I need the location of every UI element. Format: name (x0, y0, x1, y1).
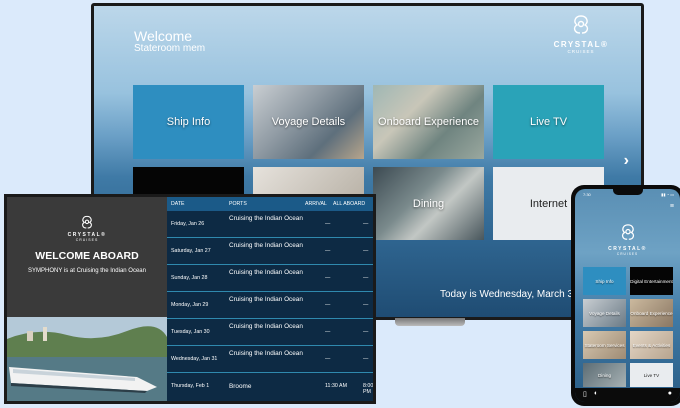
phone-notch (613, 189, 643, 195)
phone-tile-ship-info[interactable]: Ship Info (583, 267, 626, 295)
crest-icon (546, 14, 616, 40)
row-date: Thursday, Feb 1 (171, 383, 210, 389)
row-port: Cruising the Indian Ocean (229, 269, 303, 276)
phone-status-icons: ▮▮ ◔ ▭ (661, 192, 674, 197)
schedule-header-row: DATE PORTS ARRIVAL ALL ABOARD (167, 197, 373, 211)
row-date: Saturday, Jan 27 (171, 248, 211, 254)
phone-brand-sub: CRUISES (616, 252, 639, 256)
table-row: Monday, Jan 29 Cruising the Indian Ocean… (167, 292, 373, 319)
tile-label: Events & Activities (632, 342, 671, 348)
row-port: Cruising the Indian Ocean (229, 242, 303, 249)
tile-label: Live TV (529, 116, 568, 128)
tv-brand-sub: CRUISES (567, 49, 595, 54)
phone-bottom-bar: ▯ ◐ ● (575, 388, 680, 402)
phone-tile-stateroom-services[interactable]: Stateroom Services (583, 331, 626, 359)
phone-tile-digital-entertainment[interactable]: Digital Entertainment (630, 267, 673, 295)
phone-tile-live-tv[interactable]: Live TV (630, 363, 673, 387)
row-arrival: — (325, 329, 331, 335)
signage-screen: CRYSTAL® CRUISES WELCOME ABOARD SYMPHONY… (7, 197, 373, 401)
table-row: Wednesday, Jan 31 Cruising the Indian Oc… (167, 346, 373, 373)
compass-icon[interactable]: ◐ (594, 390, 598, 397)
profile-icon[interactable]: ● (668, 390, 672, 397)
row-arrival: 11:30 AM (325, 383, 347, 389)
tv-brand-logo: CRYSTAL® CRUISES (546, 14, 616, 54)
row-port: Cruising the Indian Ocean (229, 323, 303, 330)
phone-tile-voyage-details[interactable]: Voyage Details (583, 299, 626, 327)
tile-label: Stateroom Services (584, 342, 625, 348)
today-date-text: Today is Wednesday, March 31st (440, 289, 587, 300)
row-all-aboard: — (363, 356, 369, 362)
tv-brand-name: CRYSTAL® (553, 40, 609, 49)
tile-label: Voyage Details (589, 310, 620, 316)
header-date: DATE (171, 201, 185, 207)
menu-icon[interactable]: ≡ (670, 203, 674, 210)
row-date: Wednesday, Jan 31 (171, 356, 218, 362)
tile-label: Internet (529, 197, 568, 210)
tile-voyage-details[interactable]: Voyage Details (253, 85, 364, 159)
table-row: Tuesday, Jan 30 Cruising the Indian Ocea… (167, 319, 373, 346)
header-arrival: ARRIVAL (305, 201, 327, 207)
row-all-aboard: — (363, 329, 369, 335)
tv-stand (395, 318, 465, 326)
table-row: Saturday, Jan 27 Cruising the Indian Oce… (167, 238, 373, 265)
welcome-aboard-heading: WELCOME ABOARD (35, 250, 139, 262)
tile-live-tv[interactable]: Live TV (493, 85, 604, 159)
row-date: Sunday, Jan 28 (171, 275, 208, 281)
tile-label: Live TV (643, 372, 660, 378)
row-port: Cruising the Indian Ocean (229, 350, 303, 357)
remote-icon[interactable]: ▯ (583, 390, 587, 398)
row-all-aboard: — (363, 248, 369, 254)
tile-label: Ship Info (166, 116, 211, 128)
header-ports: PORTS (229, 201, 247, 207)
tv-welcome-title: Welcome (134, 28, 193, 44)
ship-status-text: SYMPHONY is at Cruising the Indian Ocean (28, 268, 146, 274)
row-port: Cruising the Indian Ocean (229, 296, 303, 303)
phone-brand-logo: CRYSTAL® CRUISES (600, 223, 655, 256)
row-date: Monday, Jan 29 (171, 302, 209, 308)
row-date: Friday, Jan 26 (171, 221, 205, 227)
tile-label: Dining (597, 372, 612, 378)
tile-label: Onboard Experience (630, 310, 673, 316)
tile-label: Voyage Details (271, 116, 346, 128)
table-row: Thursday, Feb 1 Broome 11:30 AM 8:00 PM (167, 373, 373, 399)
port-schedule-table: DATE PORTS ARRIVAL ALL ABOARD Friday, Ja… (167, 197, 373, 401)
row-all-aboard: — (363, 275, 369, 281)
row-arrival: — (325, 356, 331, 362)
row-arrival: — (325, 248, 331, 254)
row-arrival: — (325, 221, 331, 227)
digital-signage-display: CRYSTAL® CRUISES WELCOME ABOARD SYMPHONY… (4, 194, 376, 404)
table-row: Sunday, Jan 28 Cruising the Indian Ocean… (167, 265, 373, 292)
table-row: Friday, Jan 26 Cruising the Indian Ocean… (167, 211, 373, 238)
tile-label: Digital Entertainment (630, 278, 673, 284)
phone-clock: 7:30 (583, 192, 591, 197)
signage-welcome-panel: CRYSTAL® CRUISES WELCOME ABOARD SYMPHONY… (7, 197, 167, 401)
tile-onboard-experience[interactable]: Onboard Experience (373, 85, 484, 159)
chevron-right-icon[interactable]: › (624, 152, 629, 170)
tile-label: Dining (412, 197, 445, 210)
mobile-phone: 7:30 ▮▮ ◔ ▭ ≡ CRYSTAL® CRUISES Ship Info… (571, 185, 680, 406)
row-date: Tuesday, Jan 30 (171, 329, 210, 335)
row-all-aboard: — (363, 302, 369, 308)
signage-brand-logo: CRYSTAL® CRUISES (52, 215, 122, 242)
tile-label: Ship Info (595, 278, 614, 284)
row-port: Cruising the Indian Ocean (229, 215, 303, 222)
tile-dining[interactable]: Dining (373, 167, 484, 240)
row-port: Broome (229, 383, 252, 390)
tv-stateroom-label: Stateroom mem (134, 43, 206, 54)
header-all-aboard: ALL ABOARD (333, 201, 366, 207)
row-all-aboard: 8:00 PM (363, 383, 373, 395)
crest-icon (600, 223, 655, 246)
row-arrival: — (325, 275, 331, 281)
ship-photo (7, 317, 167, 401)
tile-ship-info[interactable]: Ship Info (133, 85, 244, 159)
phone-screen: 7:30 ▮▮ ◔ ▭ ≡ CRYSTAL® CRUISES Ship Info… (575, 189, 680, 402)
phone-tile-events-activities[interactable]: Events & Activities (630, 331, 673, 359)
phone-tile-onboard-experience[interactable]: Onboard Experience (630, 299, 673, 327)
row-arrival: — (325, 302, 331, 308)
signage-brand-sub: CRUISES (75, 238, 99, 242)
phone-tile-dining[interactable]: Dining (583, 363, 626, 387)
tile-label: Onboard Experience (378, 116, 479, 128)
row-all-aboard: — (363, 221, 369, 227)
crest-icon (52, 215, 122, 232)
